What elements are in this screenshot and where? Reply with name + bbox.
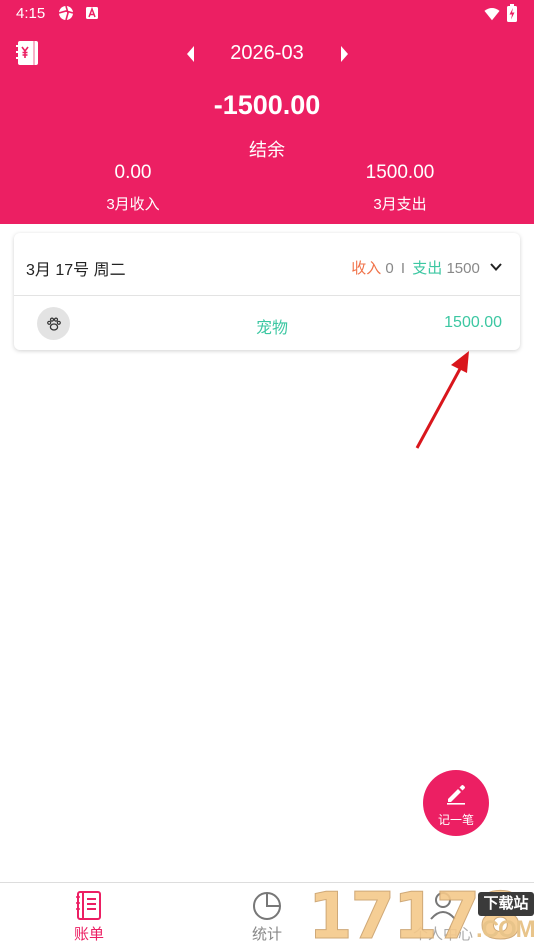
income-total-label: 3月收入 bbox=[106, 196, 160, 213]
battery-charging-icon bbox=[507, 4, 517, 22]
annotation-arrow bbox=[415, 351, 469, 449]
expense-total: 1500.00 bbox=[365, 162, 435, 183]
app-screen: 4:15 2026-03 -1500.00 结余 0.00 3月收入 1500.… bbox=[0, 0, 534, 950]
add-record-label: 记一笔 bbox=[437, 813, 474, 827]
wifi-icon bbox=[484, 8, 500, 21]
day-income-label: 收入 bbox=[351, 260, 382, 277]
watermark-badge: 下载站 bbox=[478, 892, 534, 916]
income-summary: 0.00 3月收入 bbox=[33, 162, 233, 214]
nav-bills-label: 账单 bbox=[73, 926, 104, 943]
summary-header: 4:15 2026-03 -1500.00 结余 0.00 3月收入 1500.… bbox=[0, 0, 534, 224]
expense-total-label: 3月支出 bbox=[373, 196, 427, 213]
expense-summary: 1500.00 3月支出 bbox=[300, 162, 500, 214]
watermark-suffix: .COM bbox=[476, 916, 534, 943]
nav-bills[interactable]: 账单 bbox=[44, 889, 134, 944]
notification-a-icon bbox=[86, 6, 98, 19]
day-expense-label: 支出 bbox=[412, 260, 443, 277]
income-total: 0.00 bbox=[114, 162, 152, 183]
month-selector: 2026-03 bbox=[0, 38, 534, 70]
day-expense-value: 1500 bbox=[446, 260, 480, 277]
day-card-header[interactable]: 3月 17号 周二 收入 0 I 支出 1500 bbox=[14, 233, 520, 296]
next-month-icon[interactable] bbox=[337, 44, 351, 64]
add-record-button[interactable]: 记一笔 bbox=[423, 770, 489, 836]
current-month[interactable]: 2026-03 bbox=[0, 42, 534, 65]
record-row[interactable]: 宠物 1500.00 bbox=[14, 296, 520, 350]
status-time: 4:15 bbox=[16, 5, 46, 22]
status-bar: 4:15 bbox=[0, 0, 534, 28]
balance-amount: -1500.00 bbox=[213, 90, 321, 120]
day-date: 3月 17号 周二 bbox=[26, 262, 126, 279]
bill-icon bbox=[76, 891, 101, 920]
site-watermark: 17178 下载站 .COM bbox=[308, 880, 534, 950]
pie-chart-icon bbox=[253, 892, 281, 920]
day-summary: 收入 0 I 支出 1500 bbox=[351, 257, 502, 278]
day-card: 3月 17号 周二 收入 0 I 支出 1500 宠物 1500.00 bbox=[14, 233, 520, 350]
nav-statistics-label: 统计 bbox=[251, 926, 282, 943]
aperture-icon bbox=[58, 5, 74, 21]
day-income-value: 0 bbox=[385, 260, 394, 277]
day-summary-separator: I bbox=[400, 260, 406, 277]
chevron-down-icon[interactable] bbox=[490, 262, 502, 272]
balance-label: 结余 bbox=[249, 140, 285, 160]
nav-statistics[interactable]: 统计 bbox=[222, 889, 312, 944]
pencil-icon bbox=[447, 785, 465, 805]
record-amount: 1500.00 bbox=[444, 314, 502, 331]
